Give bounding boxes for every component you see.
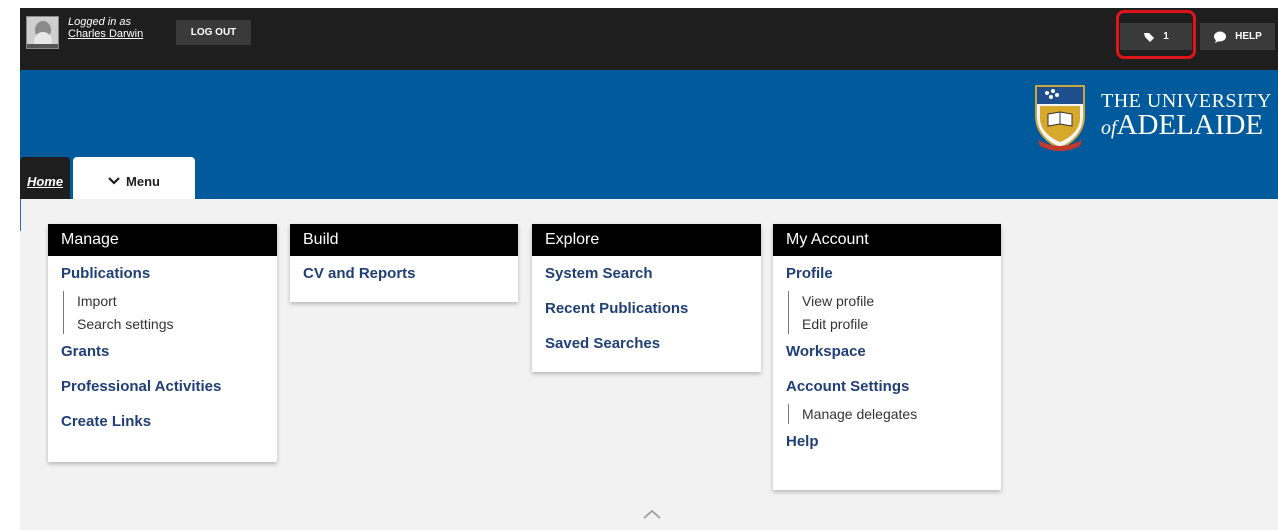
help-link[interactable]: Help xyxy=(786,432,988,452)
publications-link[interactable]: Publications xyxy=(61,264,264,284)
content-left-border xyxy=(20,199,21,231)
profile-submenu: View profile Edit profile xyxy=(788,291,988,334)
manage-delegates-link[interactable]: Manage delegates xyxy=(802,404,988,424)
screen-top-edge xyxy=(0,0,1278,8)
screen-left-edge xyxy=(0,0,20,530)
build-panel: Build CV and Reports xyxy=(290,224,518,302)
build-panel-title: Build xyxy=(290,224,518,256)
logout-button[interactable]: LOG OUT xyxy=(176,20,251,45)
help-label: HELP xyxy=(1235,31,1262,42)
manage-panel-title: Manage xyxy=(48,224,277,256)
cv-and-reports-link[interactable]: CV and Reports xyxy=(303,264,505,284)
publications-submenu: Import Search settings xyxy=(63,291,264,334)
university-crest-icon xyxy=(1035,85,1085,151)
university-name-line2: ofADELAIDE xyxy=(1101,109,1263,142)
grants-link[interactable]: Grants xyxy=(61,342,264,362)
login-status: Logged in as Charles Darwin xyxy=(68,16,143,40)
speech-bubble-icon xyxy=(1214,31,1227,43)
search-settings-link[interactable]: Search settings xyxy=(77,314,264,334)
chevron-down-icon xyxy=(108,177,120,185)
university-name-adelaide: ADELAIDE xyxy=(1116,109,1264,141)
view-profile-link[interactable]: View profile xyxy=(802,291,988,311)
explore-panel: Explore System Search Recent Publication… xyxy=(532,224,761,372)
tab-menu[interactable]: Menu xyxy=(73,157,195,199)
manage-panel: Manage Publications Import Search settin… xyxy=(48,224,277,462)
recent-publications-link[interactable]: Recent Publications xyxy=(545,299,748,319)
account-settings-submenu: Manage delegates xyxy=(788,404,988,424)
header-banner: THE UNIVERSITY ofADELAIDE Home Menu xyxy=(20,70,1278,199)
saved-searches-link[interactable]: Saved Searches xyxy=(545,334,748,354)
user-name-link[interactable]: Charles Darwin xyxy=(68,28,143,40)
explore-panel-title: Explore xyxy=(532,224,761,256)
help-button[interactable]: HELP xyxy=(1200,23,1275,50)
system-search-link[interactable]: System Search xyxy=(545,264,748,284)
avatar[interactable] xyxy=(26,16,59,49)
account-settings-link[interactable]: Account Settings xyxy=(786,377,988,397)
workspace-link[interactable]: Workspace xyxy=(786,342,988,362)
university-name-of: of xyxy=(1101,117,1117,139)
edit-profile-link[interactable]: Edit profile xyxy=(802,314,988,334)
logged-in-label: Logged in as xyxy=(68,16,131,28)
profile-link[interactable]: Profile xyxy=(786,264,988,284)
chevron-up-icon[interactable] xyxy=(642,508,662,520)
tab-menu-label: Menu xyxy=(126,173,160,189)
import-link[interactable]: Import xyxy=(77,291,264,311)
create-links-link[interactable]: Create Links xyxy=(61,412,264,432)
my-account-panel: My Account Profile View profile Edit pro… xyxy=(773,224,1001,490)
my-account-panel-title: My Account xyxy=(773,224,1001,256)
professional-activities-link[interactable]: Professional Activities xyxy=(61,377,264,397)
highlight-box xyxy=(1116,10,1196,59)
tab-home[interactable]: Home xyxy=(20,157,70,199)
top-bar: Logged in as Charles Darwin LOG OUT 1 HE… xyxy=(20,8,1278,70)
